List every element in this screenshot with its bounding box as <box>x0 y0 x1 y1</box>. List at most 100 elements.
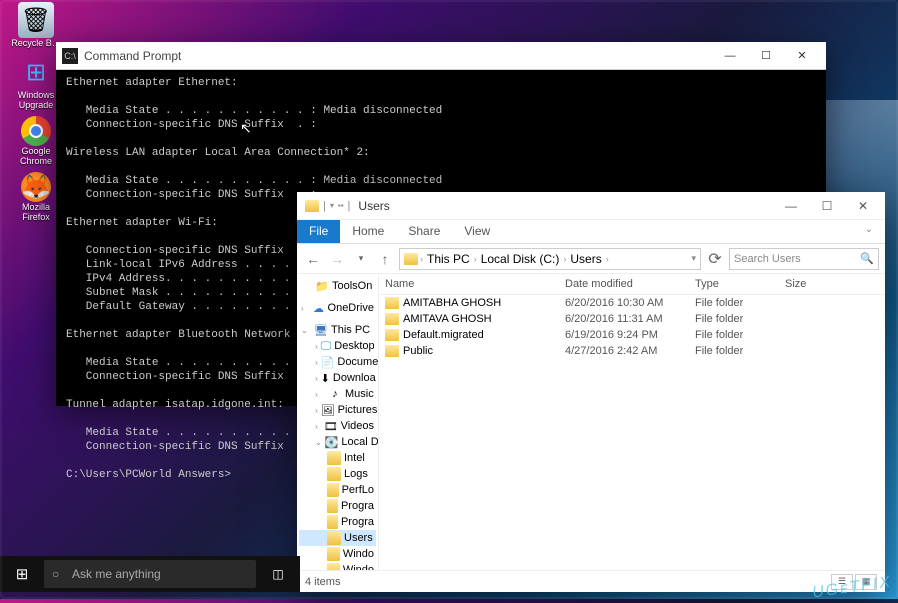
window-controls: — ☐ ✕ <box>773 192 881 220</box>
window-title: Command Prompt <box>84 49 181 63</box>
tree-toolson[interactable]: 📁ToolsOn <box>299 278 376 294</box>
file-type: File folder <box>695 329 785 341</box>
status-bar: 4 items ☰ ▦ <box>297 570 885 592</box>
breadcrumb-this-pc[interactable]: This PC <box>425 252 472 266</box>
tree-label: Videos <box>341 420 374 432</box>
search-input[interactable]: Search Users 🔍 <box>729 248 879 270</box>
firefox-icon: 🦊 <box>21 172 51 202</box>
tree-progra2[interactable]: Progra <box>299 514 376 530</box>
navigation-tree[interactable]: 📁ToolsOn ›☁OneDrive ⌄🖥This PC ›🖵Desktop … <box>297 274 379 570</box>
column-type[interactable]: Type <box>695 278 785 290</box>
back-button[interactable]: ← <box>303 248 323 270</box>
maximize-button[interactable]: ☐ <box>748 42 784 70</box>
list-item[interactable]: Public 4/27/2016 2:42 AM File folder <box>379 343 885 359</box>
forward-button[interactable]: → <box>327 248 347 270</box>
file-name: AMITAVA GHOSH <box>403 313 492 325</box>
tree-this-pc[interactable]: ⌄🖥This PC <box>299 322 376 338</box>
file-explorer-window[interactable]: | ▾ ▪▪ | Users — ☐ ✕ File Home Share Vie… <box>297 192 885 592</box>
minimize-button[interactable]: — <box>712 42 748 70</box>
tree-desktop[interactable]: ›🖵Desktop <box>299 338 376 354</box>
file-type: File folder <box>695 345 785 357</box>
tree-videos[interactable]: ›🎞Videos <box>299 418 376 434</box>
qat-more-icon[interactable]: ▪▪ <box>338 201 344 210</box>
list-item[interactable]: AMITAVA GHOSH 6/20/2016 11:31 AM File fo… <box>379 311 885 327</box>
start-button[interactable]: ⊞ <box>2 556 42 592</box>
column-size[interactable]: Size <box>785 278 845 290</box>
chevron-right-icon[interactable]: › <box>563 254 566 264</box>
navigation-bar: ← → ▾ ↑ › This PC › Local Disk (C:) › Us… <box>297 244 885 274</box>
quick-access-toolbar: | ▾ ▪▪ | <box>301 200 354 212</box>
list-item[interactable]: AMITABHA GHOSH 6/20/2016 10:30 AM File f… <box>379 295 885 311</box>
tab-view[interactable]: View <box>452 220 502 243</box>
tree-perflo[interactable]: PerfLo <box>299 482 376 498</box>
tree-label: Desktop <box>334 340 374 352</box>
cortana-icon: ○ <box>52 567 66 581</box>
chevron-right-icon[interactable]: › <box>474 254 477 264</box>
file-date: 6/19/2016 9:24 PM <box>565 329 695 341</box>
folder-icon <box>385 345 399 357</box>
tree-label: Pictures <box>338 404 378 416</box>
tree-windo1[interactable]: Windo <box>299 546 376 562</box>
tree-label: This PC <box>331 324 370 336</box>
tree-windo2[interactable]: Windo <box>299 562 376 570</box>
tree-onedrive[interactable]: ›☁OneDrive <box>299 300 376 316</box>
column-name[interactable]: Name <box>385 278 565 290</box>
tree-downloads[interactable]: ›⬇Downloa <box>299 370 376 386</box>
window-folder-icon <box>305 200 319 212</box>
cmd-icon: C:\ <box>62 48 78 64</box>
refresh-button[interactable]: ⟳ <box>705 249 725 269</box>
recent-dropdown-icon[interactable]: ▾ <box>351 248 371 270</box>
column-headers: Name Date modified Type Size <box>379 274 885 295</box>
close-button[interactable]: ✕ <box>784 42 820 70</box>
search-placeholder: Search Users <box>734 253 801 265</box>
cortana-placeholder: Ask me anything <box>72 567 161 581</box>
search-icon: 🔍 <box>860 252 874 265</box>
file-date: 4/27/2016 2:42 AM <box>565 345 695 357</box>
taskbar[interactable]: ⊞ ○ Ask me anything ◫ <box>0 556 300 592</box>
tree-label: Windo <box>343 548 374 560</box>
command-prompt-titlebar[interactable]: C:\ Command Prompt — ☐ ✕ <box>56 42 826 70</box>
cortana-search[interactable]: ○ Ask me anything <box>44 560 256 588</box>
folder-icon <box>385 297 399 309</box>
tree-users[interactable]: Users <box>299 530 376 546</box>
qat-dropdown-icon[interactable]: ▾ <box>330 201 334 210</box>
maximize-button[interactable]: ☐ <box>809 192 845 220</box>
tree-label: Intel <box>344 452 365 464</box>
column-date[interactable]: Date modified <box>565 278 695 290</box>
tree-local-disk[interactable]: ⌄💽Local Dis <box>299 434 376 450</box>
bin-icon: 🗑 <box>18 2 54 38</box>
ribbon-expand-icon[interactable]: ⌄ <box>853 220 885 243</box>
folder-icon <box>385 313 399 325</box>
chevron-right-icon[interactable]: › <box>606 254 609 264</box>
tree-documents[interactable]: ›📄Docume <box>299 354 376 370</box>
list-item[interactable]: Default.migrated 6/19/2016 9:24 PM File … <box>379 327 885 343</box>
chevron-right-icon[interactable]: › <box>420 254 423 264</box>
window-title: Users <box>358 199 389 213</box>
breadcrumb-users[interactable]: Users <box>568 252 603 266</box>
tree-pictures[interactable]: ›🖼Pictures <box>299 402 376 418</box>
file-rows: AMITABHA GHOSH 6/20/2016 10:30 AM File f… <box>379 295 885 570</box>
breadcrumb-local-disk[interactable]: Local Disk (C:) <box>479 252 562 266</box>
tab-file[interactable]: File <box>297 220 340 243</box>
file-name: AMITABHA GHOSH <box>403 297 501 309</box>
tree-music[interactable]: ›♪Music <box>299 386 376 402</box>
tree-progra1[interactable]: Progra <box>299 498 376 514</box>
tab-share[interactable]: Share <box>396 220 452 243</box>
tree-label: Logs <box>344 468 368 480</box>
view-large-button[interactable]: ▦ <box>855 574 877 590</box>
tab-home[interactable]: Home <box>340 220 396 243</box>
view-details-button[interactable]: ☰ <box>831 574 853 590</box>
close-button[interactable]: ✕ <box>845 192 881 220</box>
tree-logs[interactable]: Logs <box>299 466 376 482</box>
up-button[interactable]: ↑ <box>375 248 395 270</box>
breadcrumb[interactable]: › This PC › Local Disk (C:) › Users › ▾ <box>399 248 701 270</box>
breadcrumb-dropdown-icon[interactable]: ▾ <box>691 253 696 264</box>
tree-label: OneDrive <box>328 302 374 314</box>
qat-divider: | <box>323 200 326 212</box>
tree-intel[interactable]: Intel <box>299 450 376 466</box>
explorer-titlebar[interactable]: | ▾ ▪▪ | Users — ☐ ✕ <box>297 192 885 220</box>
task-view-button[interactable]: ◫ <box>258 556 298 592</box>
tree-label: Music <box>345 388 374 400</box>
windows-icon: ⊞ <box>18 54 54 90</box>
minimize-button[interactable]: — <box>773 192 809 220</box>
